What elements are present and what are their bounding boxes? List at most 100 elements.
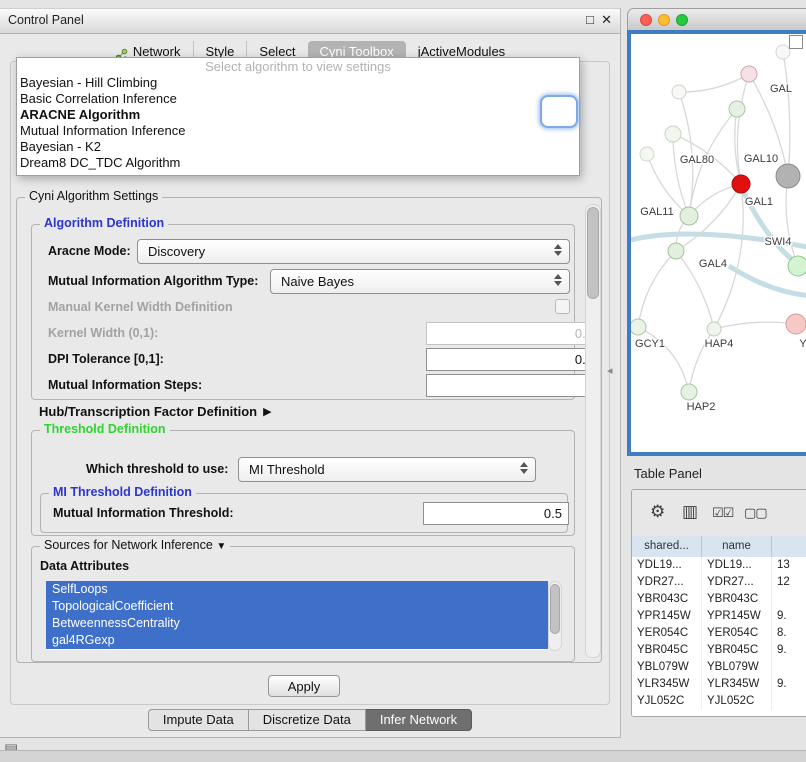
network-node[interactable]: [707, 322, 721, 336]
network-node[interactable]: [631, 319, 646, 335]
table-cell: YBL079W: [632, 659, 702, 676]
select-checked-icon[interactable]: ☑☑: [712, 505, 733, 521]
network-node[interactable]: [732, 175, 750, 193]
network-node[interactable]: [665, 126, 681, 142]
mi-threshold-field[interactable]: 0.5: [423, 502, 569, 525]
network-node[interactable]: [788, 256, 806, 276]
node-label: GAL10: [744, 153, 778, 165]
close-panel-button[interactable]: ✕: [601, 12, 612, 28]
dropdown-item-mutual-information-inference[interactable]: Mutual Information Inference: [17, 123, 579, 139]
cyni-settings-group-title: Cyni Algorithm Settings: [25, 189, 162, 203]
scrollbar-thumb[interactable]: [587, 207, 599, 299]
which-threshold-label: Which threshold to use:: [86, 462, 228, 476]
network-edge[interactable]: [673, 134, 689, 216]
network-node[interactable]: [776, 164, 800, 188]
panel-splitter-handle[interactable]: ◂: [607, 364, 613, 377]
apply-button[interactable]: Apply: [268, 675, 340, 697]
algorithm-dropdown-popup: Select algorithm to view settings Bayesi…: [16, 57, 580, 176]
data-attributes-list[interactable]: SelfLoopsTopologicalCoefficientBetweenne…: [46, 581, 548, 650]
table-row[interactable]: YDL19...YDL19...13: [632, 557, 806, 574]
dropdown-item-basic-correlation-inference[interactable]: Basic Correlation Inference: [17, 91, 579, 107]
manual-kernel-width-checkbox[interactable]: [555, 299, 570, 314]
network-node[interactable]: [668, 243, 684, 259]
scrollbar-thumb[interactable]: [550, 584, 560, 634]
table-row[interactable]: YER054CYER054C8.: [632, 625, 806, 642]
dpi-tolerance-field[interactable]: 0.0: [426, 348, 600, 371]
attribute-item-gal4rgexp[interactable]: gal4RGexp: [46, 632, 548, 649]
table-row[interactable]: YJL052CYJL052C: [632, 693, 806, 710]
network-window-titlebar[interactable]: [627, 8, 806, 30]
network-node[interactable]: [786, 314, 806, 334]
dropdown-item-bayesian-hill-climbing[interactable]: Bayesian - Hill Climbing: [17, 75, 579, 91]
mi-steps-field[interactable]: 6: [426, 374, 600, 397]
network-edge[interactable]: [638, 327, 689, 392]
table-panel-title: Table Panel: [634, 466, 702, 481]
column-header-cut[interactable]: [772, 536, 806, 557]
bottom-tab-impute-data[interactable]: Impute Data: [148, 709, 249, 731]
network-node[interactable]: [681, 384, 697, 400]
dropdown-item-dream8-dc-tdc-algorithm[interactable]: Dream8 DC_TDC Algorithm: [17, 155, 579, 171]
mi-algorithm-type-value: Naive Bayes: [281, 274, 354, 289]
control-panel-title: Control Panel: [8, 13, 84, 27]
table-toolbar: ⚙ ▥ ☑☑ ▢▢: [632, 490, 806, 537]
network-edge[interactable]: [737, 74, 749, 184]
node-label: HAP4: [705, 338, 734, 350]
table-row[interactable]: YLR345WYLR345W9.: [632, 676, 806, 693]
network-node[interactable]: [672, 85, 686, 99]
table-cell: YER054C: [632, 625, 702, 642]
kernel-width-field[interactable]: 0.0: [426, 322, 600, 345]
network-graph[interactable]: GALGAL80GAL10GAL1GAL11SWI4GAL4GCY1HAP4YH…: [631, 34, 806, 452]
dropdown-item-aracne-algorithm[interactable]: ARACNE Algorithm: [17, 107, 579, 123]
node-label: HAP2: [687, 401, 716, 413]
algorithm-combobox-button[interactable]: [540, 95, 578, 128]
dropdown-item-bayesian-k2[interactable]: Bayesian - K2: [17, 139, 579, 155]
table-body[interactable]: YDL19...YDL19...13YDR27...YDR27...12YBR0…: [632, 557, 806, 716]
attribute-item-selfloops[interactable]: SelfLoops: [46, 581, 548, 598]
zoom-traffic-light-icon[interactable]: [676, 14, 688, 26]
table-row[interactable]: YBR043CYBR043C: [632, 591, 806, 608]
network-canvas[interactable]: GALGAL80GAL10GAL1GAL11SWI4GAL4GCY1HAP4YH…: [627, 30, 806, 456]
hub-definition-expander[interactable]: Hub/Transcription Factor Definition ▶: [39, 404, 272, 419]
bottom-tab-infer-network[interactable]: Infer Network: [366, 709, 472, 731]
float-panel-button[interactable]: □: [586, 12, 594, 27]
aracne-mode-select[interactable]: Discovery: [137, 239, 570, 264]
table-cell: [772, 591, 806, 608]
gear-icon[interactable]: ⚙: [650, 502, 664, 522]
column-header-name[interactable]: name: [702, 536, 772, 557]
attributes-list-scrollbar[interactable]: [548, 581, 562, 651]
network-edge[interactable]: [638, 251, 676, 327]
node-label: SWI4: [765, 236, 792, 248]
bottom-tab-discretize-data[interactable]: Discretize Data: [249, 709, 366, 731]
which-threshold-select[interactable]: MI Threshold: [238, 457, 536, 482]
combo-arrows-icon: [554, 244, 562, 256]
network-node[interactable]: [729, 101, 745, 117]
birdseye-toggle[interactable]: [789, 35, 803, 49]
table-row[interactable]: YBR045CYBR045C9.: [632, 642, 806, 659]
network-node[interactable]: [741, 66, 757, 82]
select-unchecked-icon[interactable]: ▢▢: [744, 505, 767, 521]
network-edge[interactable]: [714, 322, 796, 329]
close-traffic-light-icon[interactable]: [640, 14, 652, 26]
table-row[interactable]: YPR145WYPR145W9.: [632, 608, 806, 625]
table-panel-window: ⚙▥☑☑▢▢ shared...name YDL19...YDL19...13Y…: [631, 489, 806, 717]
algorithm-definition-group: Algorithm Definition Aracne Mode: Discov…: [31, 224, 575, 400]
expanded-arrow-icon[interactable]: ▼: [216, 541, 226, 552]
minimize-traffic-light-icon[interactable]: [658, 14, 670, 26]
table-cell: YER054C: [702, 625, 772, 642]
attribute-item-betweennesscentrality[interactable]: BetweennessCentrality: [46, 615, 548, 632]
network-edge[interactable]: [679, 74, 749, 92]
table-row[interactable]: YDR27...YDR27...12: [632, 574, 806, 591]
network-edge[interactable]: [714, 184, 743, 329]
settings-scrollbar[interactable]: [585, 204, 601, 658]
table-cell: YBL079W: [702, 659, 772, 676]
control-panel-titlebar[interactable]: Control Panel □ ✕: [0, 9, 620, 34]
column-header-shared[interactable]: shared...: [632, 536, 702, 557]
table-row[interactable]: YBL079WYBL079W: [632, 659, 806, 676]
attribute-item-topologicalcoefficient[interactable]: TopologicalCoefficient: [46, 598, 548, 615]
cyni-algorithm-settings-group: Cyni Algorithm Settings Algorithm Defini…: [16, 197, 602, 663]
network-node[interactable]: [680, 207, 698, 225]
network-node[interactable]: [640, 147, 654, 161]
mi-algorithm-type-select[interactable]: Naive Bayes: [270, 269, 570, 294]
columns-icon[interactable]: ▥: [682, 502, 697, 522]
network-node[interactable]: [776, 45, 790, 59]
